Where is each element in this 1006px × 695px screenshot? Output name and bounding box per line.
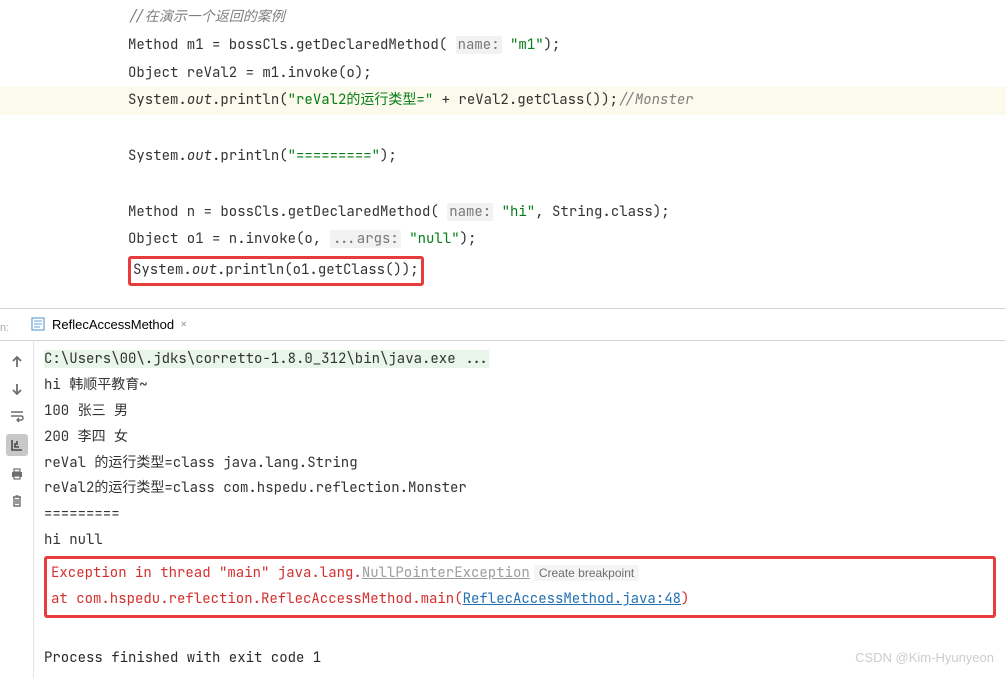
soft-wrap-icon[interactable] [8,407,26,425]
close-tab-icon[interactable]: × [180,316,187,332]
run-toolbar [0,341,34,678]
error-line: at com.hspedu.reflection.ReflecAccessMet… [51,587,989,613]
command-line: C:\Users\00\.jdks\corretto-1.8.0_312\bin… [44,350,489,368]
code-text: Object reVal2 = m1.invoke(o); [128,64,372,82]
create-breakpoint-button[interactable]: Create breakpoint [534,565,639,581]
run-panel: C:\Users\00\.jdks\corretto-1.8.0_312\bin… [0,341,1006,678]
down-arrow-icon[interactable] [8,380,26,398]
print-icon[interactable] [8,465,26,483]
code-text: + reVal2.getClass()); [433,91,618,109]
code-comment: //在演示一个返回的案例 [128,8,285,26]
string-literal: "null" [409,230,459,248]
code-text: Method m1 = bossCls.getDeclaredMethod( [128,36,456,54]
source-link[interactable]: ReflecAccessMethod.java:48 [463,590,681,608]
run-tab-label[interactable]: ReflecAccessMethod [52,317,174,332]
highlighted-code-box: System.out.println(o1.getClass()); [128,256,424,286]
param-hint: name: [447,203,493,221]
code-text: .println( [212,147,288,165]
string-literal: "=========" [288,147,380,165]
error-line: Exception in thread "main" java.lang.Nul… [51,561,989,587]
code-text: ); [380,147,397,165]
static-field: out [187,147,212,165]
code-editor[interactable]: //在演示一个返回的案例 Method m1 = bossCls.getDecl… [0,0,1006,308]
static-field: out [187,91,212,109]
scroll-to-end-icon[interactable] [6,434,28,456]
param-hint: name: [456,36,502,54]
trash-icon[interactable] [8,492,26,510]
output-line: hi null [44,528,996,554]
string-literal: "m1" [510,36,544,54]
panel-label: n: [0,322,9,334]
code-text: Method n = bossCls.getDeclaredMethod( [128,203,447,221]
output-line: ========= [44,502,996,528]
code-text: .println( [212,91,288,109]
code-text: , String.class); [535,203,669,221]
code-text: Object o1 = n.invoke(o, [128,230,330,248]
console-output[interactable]: C:\Users\00\.jdks\corretto-1.8.0_312\bin… [34,341,1006,678]
string-literal: "reVal2的运行类型=" [288,91,434,109]
output-line: reVal 的运行类型=class java.lang.String [44,451,996,477]
output-line: 100 张三 男 [44,399,996,425]
exception-link[interactable]: NullPointerException [362,564,530,582]
output-line: reVal2的运行类型=class com.hspedu.reflection.… [44,476,996,502]
string-literal: "hi" [502,203,536,221]
code-text: ); [544,36,561,54]
code-text: System. [133,261,192,279]
output-line: hi 韩顺平教育~ [44,373,996,399]
run-tab-bar: ReflecAccessMethod × [0,309,1006,341]
watermark: CSDN @Kim-Hyunyeon [855,646,994,670]
exit-code-line: Process finished with exit code 1 [44,646,996,672]
code-comment: //Monster [618,91,694,109]
error-highlight-box: Exception in thread "main" java.lang.Nul… [44,556,996,618]
output-line: 200 李四 女 [44,425,996,451]
code-text: ); [460,230,477,248]
run-config-icon [30,316,46,332]
up-arrow-icon[interactable] [8,353,26,371]
code-text: .println(o1.getClass()); [217,261,419,279]
param-hint: ...args: [330,230,401,248]
code-text: System. [128,147,187,165]
static-field: out [192,261,217,279]
code-text: System. [128,91,187,109]
